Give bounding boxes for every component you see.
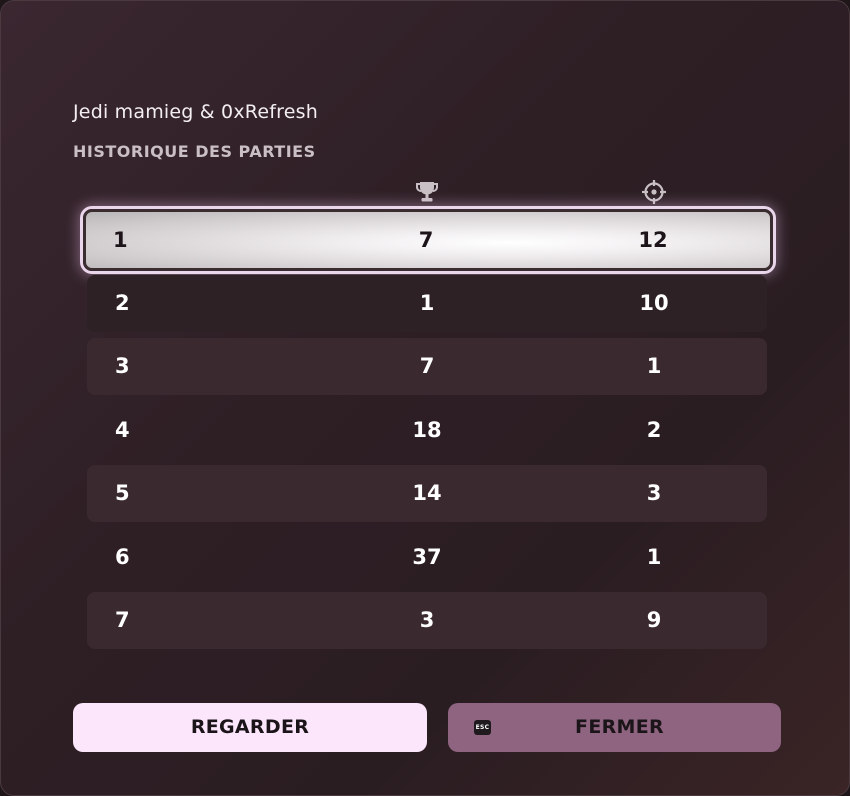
- eliminations-value: 9: [646, 608, 662, 632]
- close-button-label: FERMER: [575, 716, 664, 738]
- eliminations-value: 10: [639, 291, 669, 315]
- game-number: 5: [115, 481, 130, 505]
- eliminations-value: 1: [646, 545, 662, 569]
- crosshair-icon: [642, 180, 666, 204]
- eliminations-value: 3: [646, 481, 662, 505]
- game-number: 4: [115, 418, 130, 442]
- score-value: 37: [412, 545, 442, 569]
- trophy-icon: [416, 182, 438, 202]
- score-value: 7: [419, 354, 435, 378]
- game-number: 3: [115, 354, 130, 378]
- close-button[interactable]: ESC FERMER: [448, 703, 781, 752]
- table-row[interactable]: 4 18 2: [87, 402, 767, 459]
- game-number: 7: [115, 608, 130, 632]
- table-row[interactable]: 1 7 12: [83, 209, 773, 271]
- game-number: 2: [115, 291, 130, 315]
- game-number: 1: [113, 228, 128, 252]
- score-value: 18: [412, 418, 442, 442]
- score-value: 1: [419, 291, 435, 315]
- eliminations-value: 1: [646, 354, 662, 378]
- eliminations-value: 12: [638, 228, 668, 252]
- table-row[interactable]: 6 37 1: [87, 529, 767, 586]
- players-names: Jedi mamieg & 0xRefresh: [73, 101, 318, 123]
- watch-button[interactable]: REGARDER: [73, 703, 427, 752]
- eliminations-value: 2: [646, 418, 662, 442]
- score-value: 14: [412, 481, 442, 505]
- page-title: HISTORIQUE DES PARTIES: [73, 142, 316, 161]
- score-value: 7: [418, 228, 434, 252]
- table-row[interactable]: 3 7 1: [87, 338, 767, 395]
- game-number: 6: [115, 545, 130, 569]
- watch-button-label: REGARDER: [190, 716, 310, 738]
- table-row[interactable]: 7 3 9: [87, 592, 767, 649]
- match-history-panel: Jedi mamieg & 0xRefresh HISTORIQUE DES P…: [0, 0, 850, 796]
- table-row[interactable]: 5 14 3: [87, 465, 767, 522]
- table-row[interactable]: 2 1 10: [87, 275, 767, 332]
- score-value: 3: [419, 608, 435, 632]
- esc-key-icon: ESC: [474, 720, 491, 735]
